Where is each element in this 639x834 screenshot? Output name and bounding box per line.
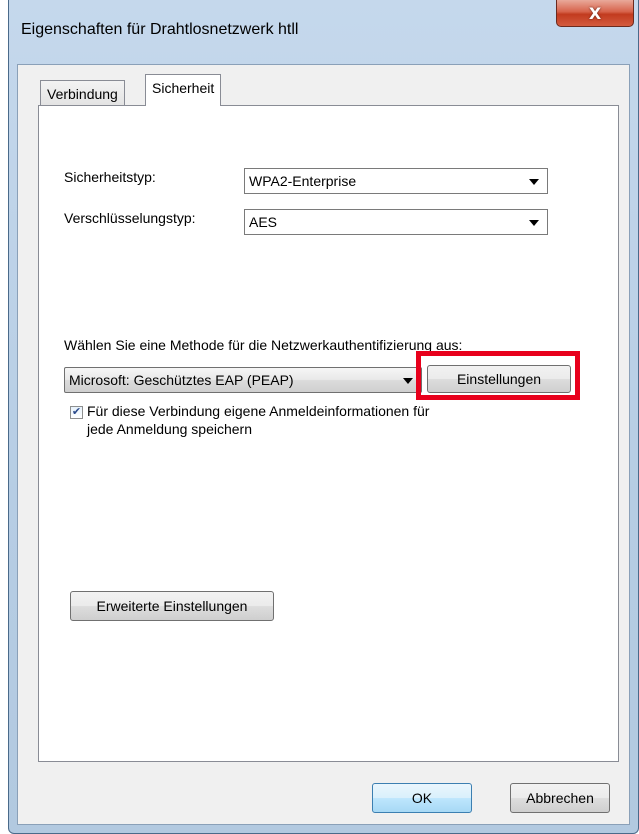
window-title: Eigenschaften für Drahtlosnetzwerk htll	[21, 21, 299, 38]
settings-button[interactable]: Einstellungen	[427, 365, 571, 393]
tab-verbindung[interactable]: Verbindung	[40, 80, 125, 106]
cancel-button[interactable]: Abbrechen	[510, 783, 610, 813]
chevron-down-icon	[529, 220, 539, 226]
advanced-settings-button[interactable]: Erweiterte Einstellungen	[70, 591, 274, 621]
tab-sicherheit[interactable]: Sicherheit	[145, 74, 222, 106]
close-button[interactable]: X	[556, 0, 634, 27]
dialog-window: Eigenschaften für Drahtlosnetzwerk htll …	[8, 0, 639, 834]
auth-method-select[interactable]: Microsoft: Geschütztes EAP (PEAP)	[64, 367, 422, 393]
remember-credentials-checkbox[interactable]: ✔	[70, 406, 83, 419]
ok-button[interactable]: OK	[372, 783, 472, 813]
remember-credentials-label-line2: jede Anmeldung speichern	[87, 421, 253, 437]
close-icon: X	[588, 3, 602, 23]
security-type-value: WPA2-Enterprise	[249, 173, 357, 189]
security-tab-panel: Sicherheitstyp: WPA2-Enterprise Verschlü…	[38, 105, 619, 762]
remember-credentials-label-line1: Für diese Verbindung eigene Anmeldeinfor…	[87, 403, 430, 419]
checkmark-icon: ✔	[71, 406, 82, 418]
auth-method-prompt: Wählen Sie eine Methode für die Netzwerk…	[64, 337, 463, 353]
chevron-down-icon	[403, 378, 413, 384]
encryption-type-label: Verschlüsselungstyp:	[64, 210, 196, 226]
security-type-select[interactable]: WPA2-Enterprise	[244, 168, 548, 194]
encryption-type-value: AES	[249, 214, 278, 230]
encryption-type-select[interactable]: AES	[244, 209, 548, 235]
auth-method-value: Microsoft: Geschütztes EAP (PEAP)	[69, 372, 294, 388]
chevron-down-icon	[529, 179, 539, 185]
title-bar[interactable]: Eigenschaften für Drahtlosnetzwerk htll …	[9, 0, 638, 64]
security-type-label: Sicherheitstyp:	[64, 169, 156, 185]
dialog-client-area: Verbindung Sicherheit Sicherheitstyp: WP…	[17, 64, 630, 825]
